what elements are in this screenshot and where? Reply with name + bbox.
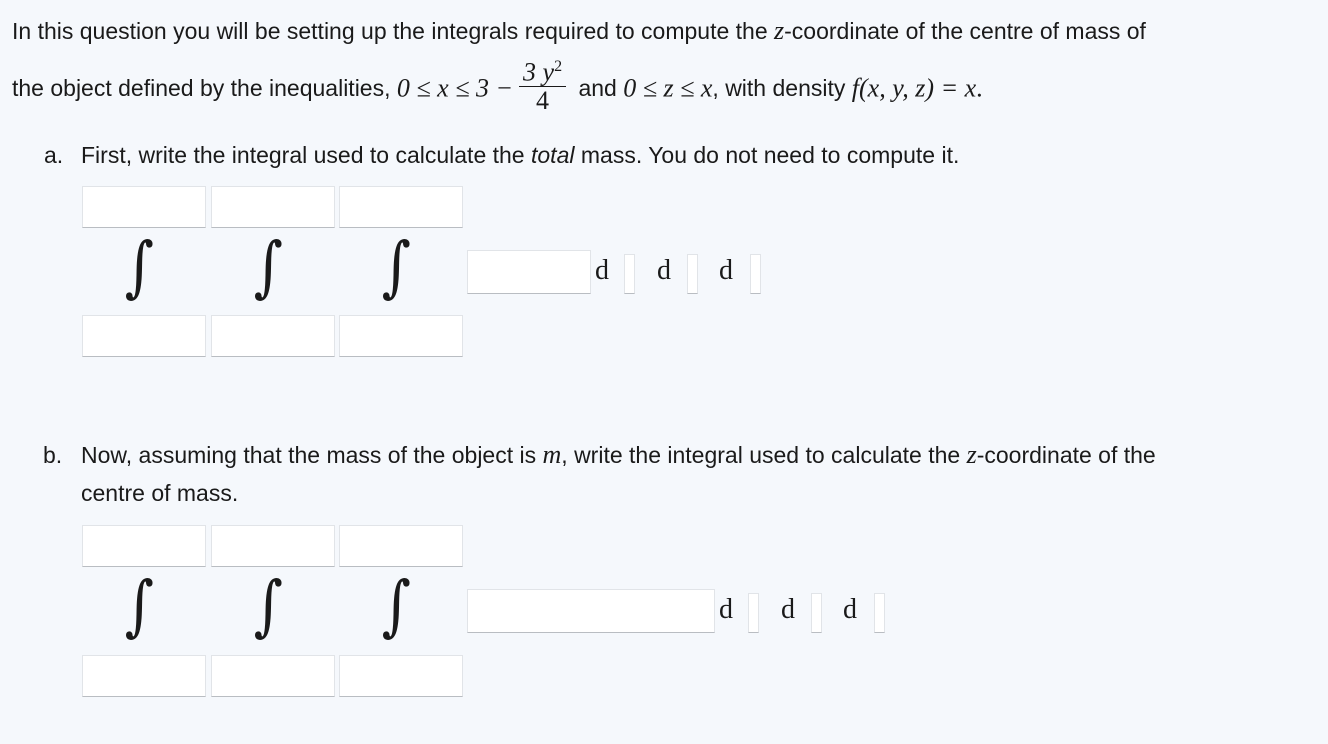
part-a-prompt: First, write the integral used to calcul… [81,142,959,169]
part-b-lower-bound-1[interactable] [82,655,206,697]
part-a-variable-2[interactable] [687,254,698,294]
prompt-text: First, write the integral used to calcul… [81,142,531,168]
var-m: m [542,440,562,469]
part-b-marker: b. [43,442,63,468]
part-b-integrand[interactable] [467,589,715,633]
intro-text: and [572,74,624,101]
part-a-upper-bound-3[interactable] [339,186,463,228]
intro-text: -coordinate of the centre of mass of [784,18,1146,44]
prompt-emphasis: total [531,142,575,168]
differential-d: d [595,255,609,286]
differential-d: d [719,255,733,286]
intro-text: , with density [712,74,852,101]
differential-d: d [657,255,671,286]
var-z: z [966,440,977,469]
intro-text: the object defined by the inequalities, [12,74,397,101]
part-a-variable-1[interactable] [624,254,635,294]
part-a-upper-bound-2[interactable] [211,186,335,228]
part-b-prompt: Now, assuming that the mass of the objec… [81,440,1156,470]
fraction-exponent: 2 [554,58,563,75]
integral-sign-icon: ∫ [253,567,283,644]
part-b-lower-bound-3[interactable] [339,655,463,697]
part-a-integrand[interactable] [467,250,591,294]
intro-line-1: In this question you will be setting up … [12,16,1146,46]
density-function: f(x, y, z) = x [851,73,977,103]
part-b-variable-1[interactable] [748,593,759,633]
differential-d: d [719,594,733,625]
integral-sign-icon: ∫ [124,567,154,644]
inequality-z: 0 ≤ z ≤ x [623,73,713,103]
intro-text: In this question you will be setting up … [12,18,775,44]
integral-sign-icon: ∫ [124,228,154,305]
differential-d: d [781,594,795,625]
differential-d: d [843,594,857,625]
part-a-marker: a. [44,142,64,168]
prompt-text: , write the integral used to calculate t… [561,442,967,468]
part-b-upper-bound-2[interactable] [211,525,335,567]
part-b-variable-2[interactable] [811,593,822,633]
period: . [976,73,983,103]
integral-sign-icon: ∫ [253,228,283,305]
integral-sign-icon: ∫ [381,228,411,305]
part-a-lower-bound-2[interactable] [211,315,335,357]
part-a-lower-bound-3[interactable] [339,315,463,357]
fraction-denominator: 4 [536,85,550,115]
fraction-numerator: 3 y [523,57,555,87]
part-b-variable-3[interactable] [874,593,885,633]
fraction: 3 y2 4 [519,54,567,115]
part-b-lower-bound-2[interactable] [211,655,335,697]
part-a-upper-bound-1[interactable] [82,186,206,228]
prompt-text: -coordinate of the [976,442,1156,468]
part-b-upper-bound-3[interactable] [339,525,463,567]
inequality-x: 0 ≤ x ≤ 3 − [396,73,514,103]
part-b-prompt-line-2: centre of mass. [81,480,239,506]
var-z: z [774,16,785,45]
part-a-variable-3[interactable] [750,254,761,294]
prompt-text: mass. You do not need to compute it. [574,142,960,168]
part-b-upper-bound-1[interactable] [82,525,206,567]
integral-sign-icon: ∫ [381,567,411,644]
part-a-lower-bound-1[interactable] [82,315,206,357]
prompt-text: Now, assuming that the mass of the objec… [81,442,543,468]
intro-line-2: the object defined by the inequalities, … [12,58,983,119]
